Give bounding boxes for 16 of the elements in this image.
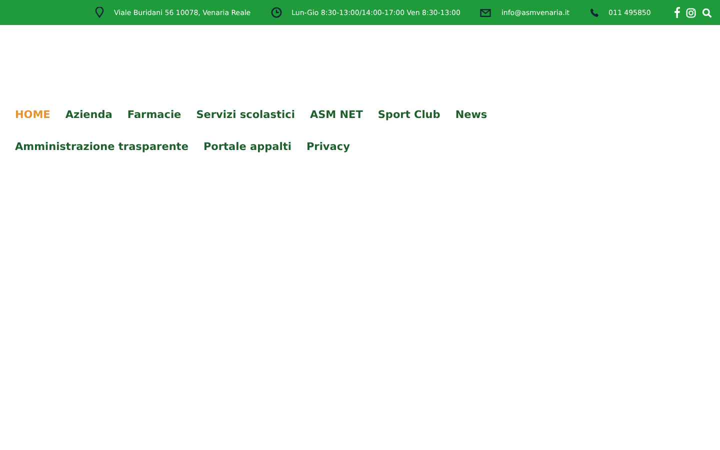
menu-link[interactable]: News [455,106,488,125]
pin-icon [95,7,104,18]
menu-link[interactable]: Amministrazione trasparente [15,138,188,157]
facebook-icon[interactable] [674,7,680,18]
envelope-icon [480,8,492,16]
phone-icon [590,8,599,17]
menu-link[interactable]: Servizi scolastici [196,106,295,125]
menu-link[interactable]: Sport Club [378,106,440,125]
instagram-icon[interactable] [686,8,696,18]
search-icon[interactable] [702,8,712,18]
clock-icon [270,7,282,18]
menu-link[interactable]: Farmacie [127,106,182,125]
menu-link[interactable]: Azienda [65,106,112,125]
menu-link[interactable]: ASM NET [310,106,363,125]
menu-link[interactable]: Portale appalti [203,138,292,157]
menu-link[interactable]: Privacy [306,138,350,157]
